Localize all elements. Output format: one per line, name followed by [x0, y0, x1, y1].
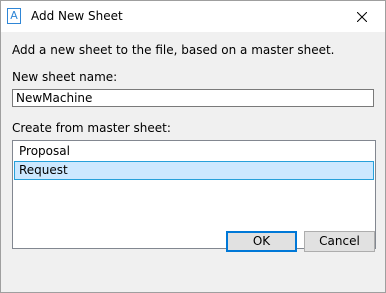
close-button[interactable]	[339, 1, 385, 32]
window-title: Add New Sheet	[31, 9, 123, 23]
new-sheet-name-input[interactable]	[12, 89, 374, 107]
dialog-footer: OK Cancel	[1, 222, 385, 261]
new-sheet-name-label: New sheet name:	[12, 70, 118, 84]
cancel-button[interactable]: Cancel	[304, 231, 375, 252]
ok-button[interactable]: OK	[226, 231, 297, 252]
list-item-proposal[interactable]: Proposal	[14, 142, 374, 161]
add-new-sheet-dialog: A Add New Sheet Add a new sheet to the f…	[0, 0, 386, 293]
title-bar[interactable]: A Add New Sheet	[1, 1, 385, 32]
app-icon: A	[7, 8, 21, 24]
master-sheet-label: Create from master sheet:	[12, 121, 171, 135]
list-item-request[interactable]: Request	[14, 161, 374, 180]
dialog-description: Add a new sheet to the file, based on a …	[12, 43, 335, 57]
close-icon	[357, 11, 367, 22]
